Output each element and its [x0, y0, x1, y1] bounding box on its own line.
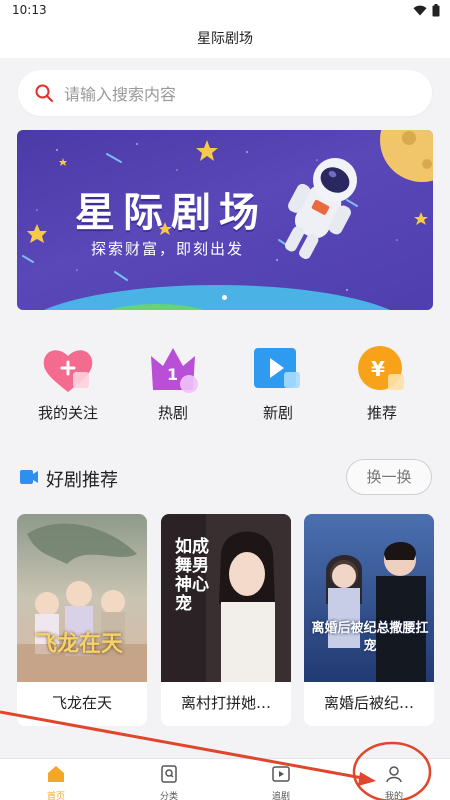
nav-category[interactable]: 分类 — [129, 759, 209, 800]
drama-title-2: 离村打拼她… — [180, 694, 271, 712]
section-title: 好剧推荐 — [46, 470, 118, 491]
heart-plus-icon — [40, 342, 96, 398]
search-input[interactable]: 请输入搜索内容 — [18, 70, 432, 116]
quick-label-recommend: 推荐 — [366, 404, 397, 422]
drama-title-3: 离婚后被纪… — [323, 694, 414, 712]
yen-coin-icon: ¥ — [354, 342, 410, 398]
nav-label-follow: 追剧 — [271, 792, 290, 800]
page-title: 星际剧场 — [197, 31, 253, 47]
quick-actions: 我的关注 1 热剧 新剧 ¥ 推荐 — [0, 338, 450, 428]
refresh-button[interactable]: 换一换 — [346, 459, 432, 495]
svg-text:1: 1 — [167, 365, 178, 384]
video-icon — [272, 766, 290, 782]
video-section-icon — [20, 470, 38, 484]
drama-cover-text-2: 如成舞男神心宠 — [175, 537, 209, 614]
quick-label-new: 新剧 — [262, 404, 293, 422]
user-icon — [386, 766, 402, 783]
quick-item-hot[interactable]: 1 热剧 — [123, 338, 223, 428]
banner[interactable]: 星际剧场 探索财富，即刻出发 — [17, 130, 433, 310]
crown-one-icon: 1 — [145, 342, 201, 398]
banner-title: 星际剧场 — [75, 189, 267, 236]
drama-card-2[interactable]: 如成舞男神心宠 离村打拼她… — [161, 514, 291, 726]
banner-subtitle: 探索财富，即刻出发 — [91, 240, 245, 258]
drama-cover-3 — [304, 514, 434, 682]
quick-item-recommend[interactable]: ¥ 推荐 — [332, 338, 432, 428]
quick-label-hot: 热剧 — [157, 404, 188, 422]
category-icon — [161, 765, 177, 783]
nav-label-category: 分类 — [159, 792, 178, 800]
drama-title-1: 飞龙在天 — [51, 694, 112, 712]
home-icon — [48, 766, 64, 782]
svg-text:¥: ¥ — [371, 357, 385, 381]
quick-item-new[interactable]: 新剧 — [228, 338, 328, 428]
nav-mine[interactable]: 我的 — [354, 759, 434, 800]
drama-card-1[interactable]: 飞龙在天 飞龙在天 — [17, 514, 147, 726]
status-icons — [413, 4, 440, 17]
quick-label-follow: 我的关注 — [37, 404, 98, 422]
nav-home[interactable]: 首页 — [16, 759, 96, 800]
quick-item-follow[interactable]: 我的关注 — [18, 338, 118, 428]
app-header: 星际剧场 — [0, 22, 450, 58]
nav-follow[interactable]: 追剧 — [241, 759, 321, 800]
play-icon — [250, 342, 306, 398]
drama-cover-text-3: 离婚后被纪总撒腰扛宠 — [311, 621, 429, 654]
nav-label-home: 首页 — [46, 792, 65, 800]
search-icon — [35, 84, 53, 102]
drama-card-3[interactable]: 离婚后被纪总撒腰扛宠 离婚后被纪… — [304, 514, 434, 726]
nav-label-mine: 我的 — [384, 792, 403, 800]
section-header: 好剧推荐 换一换 — [18, 458, 432, 496]
drama-cover-text-1: 飞龙在天 — [35, 631, 124, 657]
search-placeholder: 请输入搜索内容 — [64, 85, 177, 104]
status-bar: 10:13 — [0, 0, 450, 22]
status-time: 10:13 — [12, 3, 47, 17]
carousel-indicator — [222, 295, 227, 300]
battery-icon — [432, 4, 440, 17]
wifi-icon — [413, 5, 427, 16]
bottom-nav: 首页 分类 追剧 我的 — [0, 758, 450, 800]
